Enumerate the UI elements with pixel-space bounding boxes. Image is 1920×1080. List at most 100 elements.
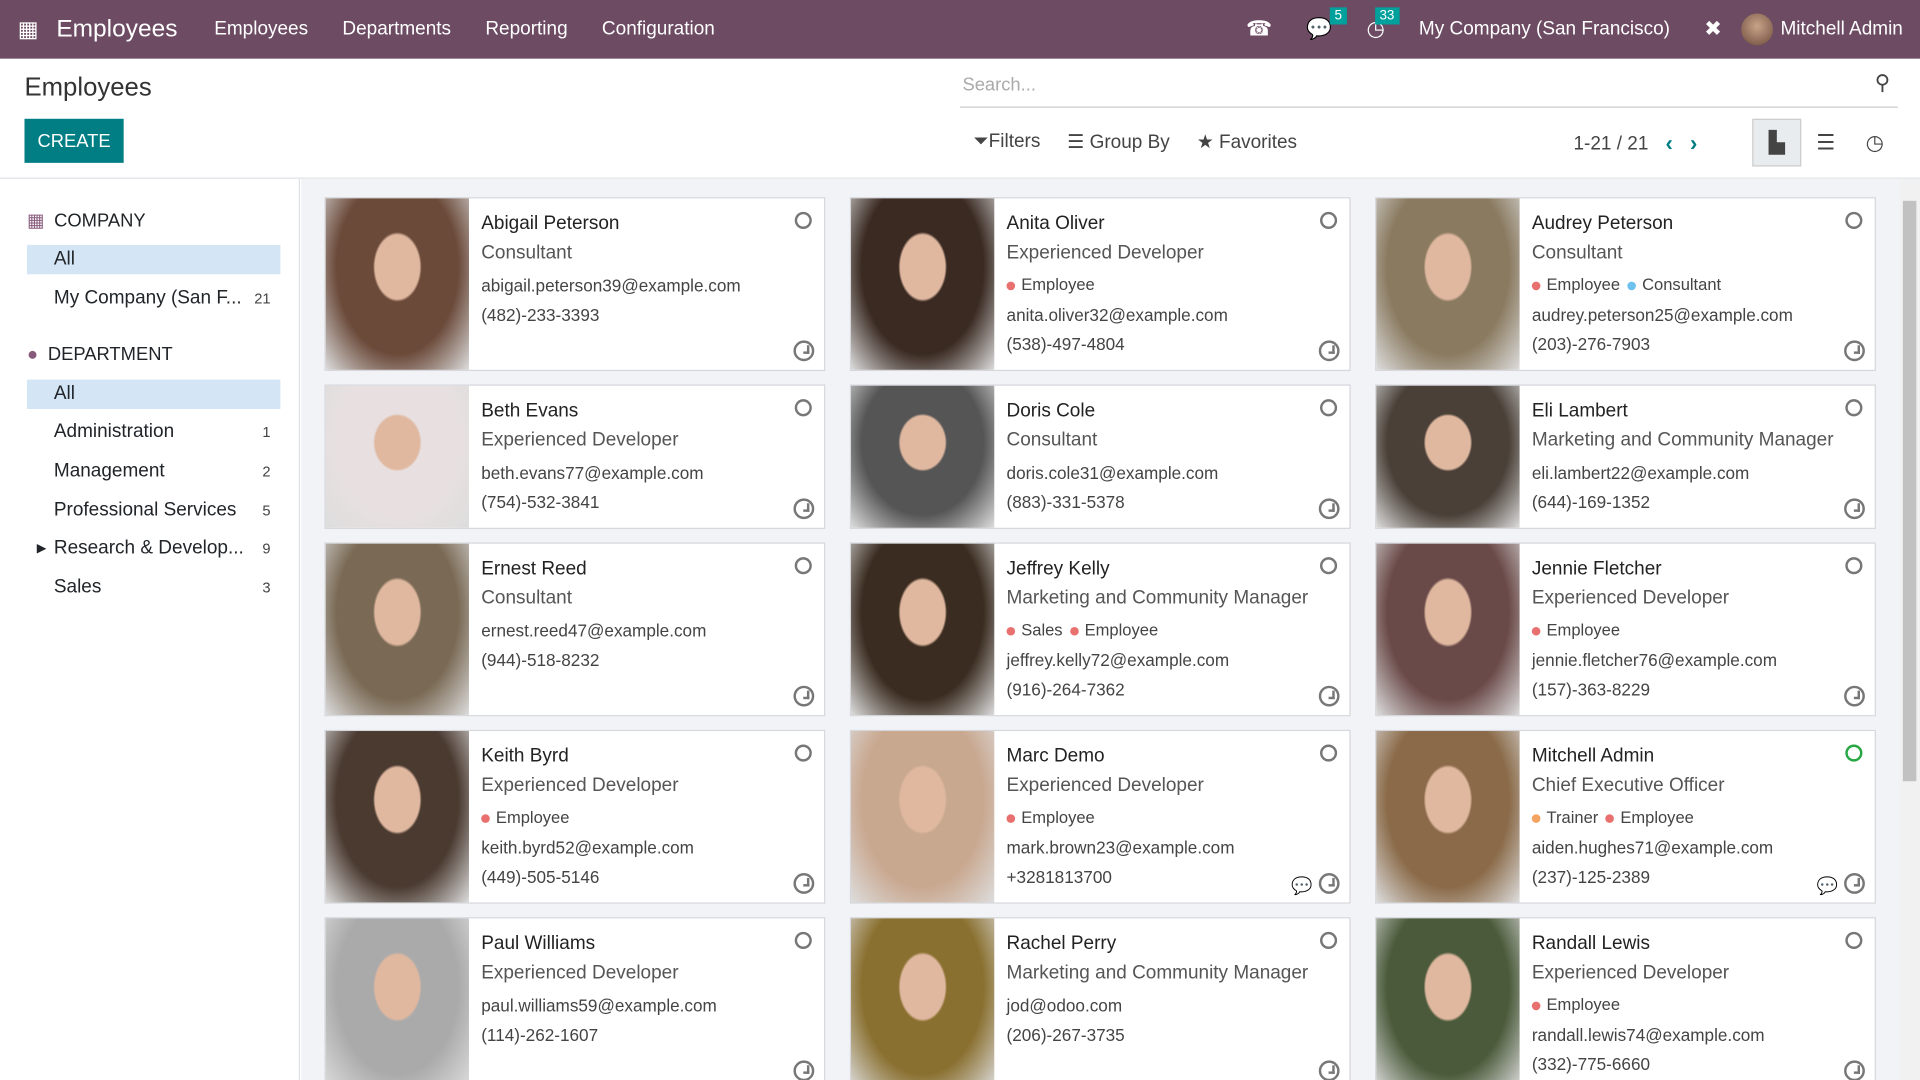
company-item[interactable]: My Company (San F... 21 [27,284,280,313]
employee-card[interactable]: Doris Cole Consultant doris.cole31@examp… [849,384,1351,529]
employee-photo [1376,918,1520,1080]
list-view-icon[interactable]: ☰ [1801,119,1850,167]
activity-clock-icon[interactable] [793,498,815,520]
department-item[interactable]: Management 2 [27,457,280,486]
debug-tools-icon[interactable]: ✖ [1687,17,1739,41]
employee-card[interactable]: Mitchell Admin Chief Executive Officer Tr… [1375,729,1876,904]
employee-phone: (754)-532-3841 [481,492,600,512]
employee-card[interactable]: Ernest Reed Consultant ernest.reed47@exa… [324,542,826,717]
activity-view-icon[interactable]: ◷ [1850,119,1899,167]
employee-phone: +3281813700 [1006,866,1112,887]
pager-previous-icon[interactable]: ‹ [1666,131,1673,157]
employee-card[interactable]: Abigail Peterson Consultant abigail.pete… [324,197,826,372]
messages-icon[interactable]: 💬 5 [1289,7,1349,41]
user-menu[interactable]: Mitchell Admin [1739,13,1920,46]
activity-clock-icon[interactable] [793,340,815,362]
employee-photo [851,198,995,370]
create-button[interactable]: CREATE [24,118,124,163]
employee-photo [1376,198,1520,370]
employee-name: Mitchell Admin [1531,745,1655,767]
employee-phone: (449)-505-5146 [481,866,600,887]
presence-status-icon [1845,211,1863,229]
activity-clock-icon[interactable] [793,685,815,707]
employee-card[interactable]: Jennie Fletcher Experienced Developer Emp… [1375,542,1876,717]
filters-button[interactable]: ⏷Filters [973,131,1040,154]
messages-badge: 5 [1329,7,1347,25]
tag: Employee [1531,276,1620,294]
employee-email: doris.cole31@example.com [1006,462,1219,483]
employee-card[interactable]: Jeffrey Kelly Marketing and Community Ma… [849,542,1351,717]
employee-card[interactable]: Paul Williams Experienced Developer paul… [324,917,826,1080]
activity-clock-icon[interactable] [1318,873,1340,894]
department-item[interactable]: All [26,379,281,409]
employee-name: Audrey Peterson [1531,213,1674,234]
search-input[interactable]: Search... [960,69,1898,108]
employee-photo [325,918,469,1080]
presence-status-icon [1845,399,1863,417]
employee-card[interactable]: Beth Evans Experienced Developer beth.ev… [324,384,826,529]
avatar [1741,13,1774,46]
employee-photo [851,385,995,528]
kanban-view-icon[interactable]: ▙ [1752,118,1802,167]
caret-right-icon[interactable]: ▶ [37,542,46,555]
chat-icon[interactable]: 💬 [1817,876,1838,897]
scrollbar-thumb[interactable] [1902,200,1917,782]
department-item[interactable]: Sales 3 [27,573,280,602]
employee-phone: (332)-775-6660 [1531,1054,1651,1074]
activity-clock-icon[interactable] [1318,498,1340,520]
department-item[interactable]: ▶ Research & Develop... 9 [27,534,280,563]
menu-configuration[interactable]: Configuration [585,18,732,40]
search-icon[interactable]: ⚲ [1875,71,1890,95]
presence-status-icon [1320,211,1338,229]
employee-card[interactable]: Keith Byrd Experienced Developer Employee… [324,729,826,904]
activity-clock-icon[interactable] [1844,1060,1865,1080]
presence-status-icon [1845,744,1863,762]
employee-email: paul.williams59@example.com [481,995,717,1016]
chat-icon[interactable]: 💬 [1291,876,1312,897]
activity-clock-icon[interactable] [1844,873,1865,894]
company-switcher[interactable]: My Company (San Francisco) [1402,18,1687,40]
activity-clock-icon[interactable] [1844,340,1865,362]
employee-card[interactable]: Randall Lewis Experienced Developer Emplo… [1375,917,1876,1080]
employee-card[interactable]: Rachel Perry Marketing and Community Man… [849,917,1351,1080]
activity-clock-icon[interactable] [1844,685,1865,707]
employee-name: Jennie Fletcher [1531,558,1662,580]
activity-clock-icon[interactable] [1318,340,1340,362]
company-item[interactable]: All [26,244,281,275]
employee-card[interactable]: Anita Oliver Experienced Developer Employ… [849,197,1351,372]
employee-card[interactable]: Marc Demo Experienced Developer Employee … [849,729,1351,904]
presence-status-icon [1320,744,1338,762]
activity-clock-icon[interactable] [1844,498,1865,520]
activities-icon[interactable]: ◷ 33 [1349,7,1401,41]
favorites-label: Favorites [1218,132,1298,154]
activity-clock-icon[interactable] [793,873,815,894]
pager-next-icon[interactable]: › [1690,131,1697,157]
department-item-count: 1 [262,424,271,442]
tag: Consultant [1627,276,1721,294]
menu-departments[interactable]: Departments [325,18,468,40]
department-item[interactable]: Administration 1 [27,418,280,447]
company-item-label: All [53,248,75,270]
employee-phone: (157)-363-8229 [1531,679,1651,700]
menu-reporting[interactable]: Reporting [468,18,585,40]
pager-value[interactable]: 1-21 / 21 [1573,133,1648,155]
employee-job: Experienced Developer [481,775,679,796]
department-item[interactable]: Professional Services 5 [27,496,280,525]
company-item-count: 21 [254,289,271,307]
users-icon: ● [26,344,39,366]
department-item-label: Professional Services [53,499,237,521]
group-by-button[interactable]: ☰ Group By [1067,131,1169,154]
activity-clock-icon[interactable] [1318,685,1340,707]
activity-clock-icon[interactable] [1318,1060,1340,1080]
scrollbar[interactable] [1899,178,1920,1080]
phone-icon[interactable]: ☎ [1229,17,1289,41]
activity-clock-icon[interactable] [793,1060,815,1080]
employee-email: eli.lambert22@example.com [1531,462,1750,483]
employee-card[interactable]: Eli Lambert Marketing and Community Mana… [1375,384,1876,529]
app-name[interactable]: Employees [56,15,177,43]
department-item-label: Sales [53,576,102,598]
menu-employees[interactable]: Employees [197,18,325,40]
employee-card[interactable]: Audrey Peterson Consultant Employee Consul… [1375,197,1876,372]
favorites-button[interactable]: ★ Favorites [1197,131,1297,154]
apps-menu-icon[interactable]: ▦ [0,17,56,43]
